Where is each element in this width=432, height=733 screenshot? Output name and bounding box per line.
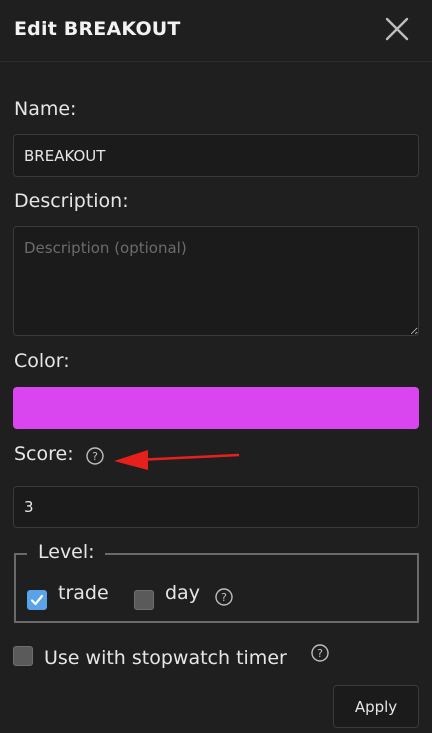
- red-arrow-annotation: [110, 444, 242, 476]
- dialog-header: Edit BREAKOUT: [0, 0, 432, 62]
- color-label: Color:: [14, 350, 70, 372]
- description-label: Description:: [14, 190, 129, 212]
- score-input[interactable]: [13, 486, 419, 528]
- svg-text:?: ?: [92, 450, 98, 463]
- name-input[interactable]: [13, 134, 419, 177]
- day-label: day: [165, 582, 200, 604]
- score-help-icon[interactable]: ?: [86, 447, 104, 465]
- stopwatch-checkbox[interactable]: [13, 646, 33, 666]
- stopwatch-help-icon[interactable]: ?: [311, 644, 329, 662]
- color-swatch[interactable]: [13, 387, 419, 429]
- score-label: Score:: [14, 443, 74, 465]
- name-label: Name:: [14, 98, 77, 120]
- level-legend: Level:: [38, 541, 95, 563]
- svg-text:?: ?: [317, 647, 323, 660]
- day-checkbox[interactable]: [134, 590, 154, 610]
- description-input[interactable]: [13, 226, 419, 336]
- dialog-title: Edit BREAKOUT: [14, 18, 181, 40]
- stopwatch-label: Use with stopwatch timer: [44, 647, 287, 669]
- trade-label: trade: [58, 582, 109, 604]
- day-help-icon[interactable]: ?: [215, 588, 233, 606]
- close-icon[interactable]: [382, 14, 412, 44]
- svg-text:?: ?: [221, 591, 227, 604]
- trade-checkbox[interactable]: [27, 590, 47, 610]
- apply-button[interactable]: Apply: [333, 685, 419, 728]
